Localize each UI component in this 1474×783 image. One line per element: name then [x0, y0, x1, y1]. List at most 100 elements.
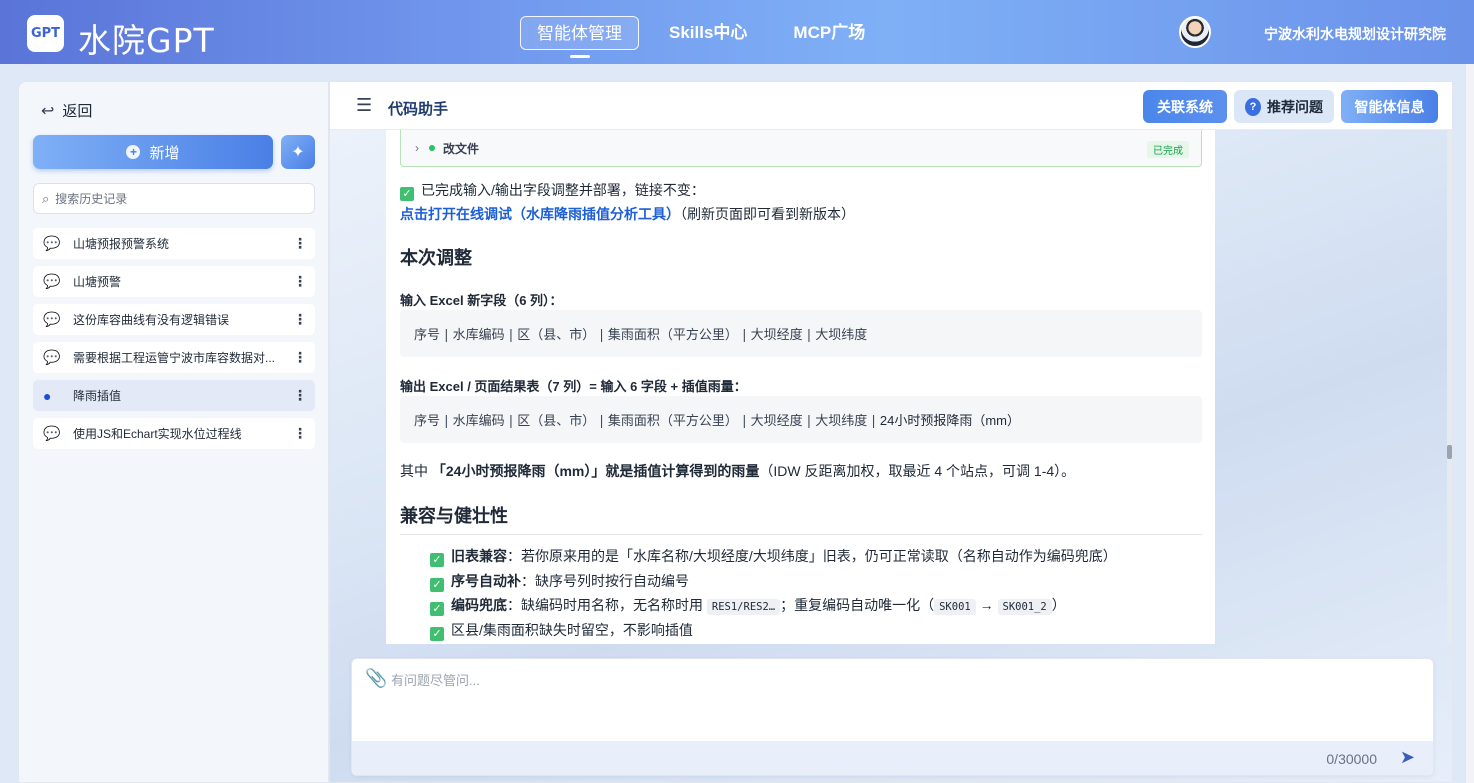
plus-icon: + [126, 145, 141, 159]
agent-title: 代码助手 [388, 101, 449, 118]
list-item: ✓ 旧表兼容：若你原来用的是「水库名称/大坝经度/大坝纬度」旧表，仍可正常读取（名… [430, 544, 1117, 569]
paperclip-icon[interactable]: 📎 [365, 668, 387, 689]
history-item-active[interactable]: ● 降雨插值 ⋮ [33, 380, 315, 411]
menu-icon[interactable]: ☰ [356, 95, 372, 116]
avatar[interactable] [1179, 16, 1211, 48]
note-bold: 「24小时预报降雨（mm）」就是插值计算得到的雨量 [431, 463, 760, 479]
check-icon: ✓ [400, 187, 414, 201]
char-counter: 0/30000 [1326, 751, 1377, 767]
bullet-bold: 序号自动补 [451, 572, 521, 589]
nav-skills-center[interactable]: Skills中心 [653, 16, 763, 50]
org-name: 宁波水利水电规划设计研究院 [1264, 26, 1446, 42]
input-fields-label: 输入 Excel 新字段（6 列）： [400, 293, 563, 308]
output-fields-last: 24小时预报降雨（mm） [879, 413, 1020, 428]
chat-header: ☰ 代码助手 关联系统 ? 推荐问题 智能体信息 [330, 82, 1452, 130]
status-dot [429, 145, 435, 151]
debug-link-line: 点击打开在线调试（水库降雨插值分析工具）（刷新页面即可看到新版本） [400, 204, 855, 224]
code-chip: RES1/RES2… [706, 599, 781, 615]
check-icon: ✓ [430, 602, 444, 616]
link-note: （刷新页面即可看到新版本） [680, 206, 855, 222]
check-icon: ✓ [430, 626, 444, 641]
top-bar: GPT 水院GPT 智能体管理 Skills中心 MCP广场 宁波水利水电规划设… [0, 0, 1474, 64]
back-button[interactable]: ↩ 返回 [41, 100, 92, 121]
chat-bubble-icon: 💬 [43, 273, 61, 289]
bullet-text: ：缺序号列时按行自动编号 [521, 572, 689, 589]
history-item[interactable]: 💬 使用JS和Echart实现水位过程线 ⋮ [33, 418, 315, 449]
chat-scrollbar[interactable] [1447, 130, 1452, 644]
bullet-bold: 编码兜底 [451, 597, 507, 613]
recommend-questions-button[interactable]: ? 推荐问题 [1234, 90, 1334, 123]
tool-step-collapsible[interactable]: › 改文件 已完成 [400, 130, 1202, 167]
new-chat-label: 新增 [149, 144, 180, 162]
more-icon[interactable]: ⋮ [293, 349, 307, 366]
history-item-label: 降雨插值 [73, 389, 122, 403]
section-title-adjustments: 本次调整 [400, 248, 472, 268]
note-rest: （IDW 反距离加权，取最近 4 个站点，可调 1-4）。 [759, 463, 1076, 479]
more-icon[interactable]: ⋮ [293, 235, 307, 252]
app-title: 水院GPT [78, 21, 215, 60]
main-nav: 智能体管理 Skills中心 MCP广场 [520, 16, 895, 50]
check-icon: ✓ [430, 553, 444, 567]
nav-mcp-plaza[interactable]: MCP广场 [777, 16, 881, 50]
history-item[interactable]: 💬 山塘预报预警系统 ⋮ [33, 228, 315, 259]
rainfall-note: 其中 「24小时预报降雨（mm）」就是插值计算得到的雨量（IDW 反距离加权，取… [400, 461, 1075, 481]
send-icon[interactable]: ➤ [1400, 747, 1415, 768]
bullet-text: ：若你原来用的是「水库名称/大坝经度/大坝纬度」旧表，仍可正常读取（名称自动作为… [507, 548, 1117, 564]
history-search: ⌕ [33, 183, 315, 214]
arrow-text: → [975, 597, 998, 613]
bullet-text: ；重复编码自动唯一化（ [780, 597, 935, 613]
code-chip: SK001_2 [997, 599, 1052, 615]
chat-bubble-icon: 💬 [43, 311, 61, 327]
bullet-text: ：缺编码时用名称，无名称时用 [507, 597, 707, 613]
composer-footer: 0/30000 ➤ [352, 741, 1433, 775]
output-fields-text: 序号 | 水库编码 | 区（县、市） | 集雨面积（平方公里） | 大坝经度 |… [414, 414, 880, 429]
back-label: 返回 [62, 103, 93, 120]
history-item[interactable]: 💬 这份库容曲线有没有逻辑错误 ⋮ [33, 304, 315, 335]
output-fields-label: 输出 Excel / 页面结果表（7 列）= 输入 6 字段 + 插值雨量： [400, 379, 747, 394]
app-logo: GPT [27, 15, 64, 52]
history-item-label: 这份库容曲线有没有逻辑错误 [73, 313, 230, 327]
new-chat-button[interactable]: + 新增 [33, 135, 273, 169]
status-badge: 已完成 [1147, 141, 1189, 158]
more-icon[interactable]: ⋮ [293, 387, 307, 404]
sidebar: ↩ 返回 + 新增 ✦ ⌕ 💬 山塘预报预警系统 ⋮ 💬 山塘预警 ⋮ 💬 这份… [18, 81, 329, 783]
bullet-bold: 旧表兼容 [451, 548, 507, 564]
more-icon[interactable]: ⋮ [293, 273, 307, 290]
chat-bubble-icon: 💬 [43, 235, 61, 251]
link-system-button[interactable]: 关联系统 [1143, 90, 1227, 123]
agent-info-button[interactable]: 智能体信息 [1341, 90, 1438, 123]
pin-button[interactable]: ✦ [281, 135, 315, 169]
input-fields-code: 序号 | 水库编码 | 区（县、市） | 集雨面积（平方公里） | 大坝经度 |… [400, 310, 1202, 357]
nav-agent-management[interactable]: 智能体管理 [520, 16, 639, 50]
chat-bubble-icon: 💬 [43, 349, 61, 365]
search-icon: ⌕ [42, 190, 50, 206]
assistant-message: › 改文件 已完成 ✓ 已完成输入/输出字段调整并部署，链接不变： 点击打开在线调… [386, 130, 1215, 644]
done-text: 已完成输入/输出字段调整并部署，链接不变： [421, 182, 705, 198]
question-icon: ? [1245, 97, 1261, 116]
recommend-label: 推荐问题 [1267, 98, 1323, 115]
back-arrow-icon: ↩ [41, 102, 55, 120]
output-fields-code: 序号 | 水库编码 | 区（县、市） | 集雨面积（平方公里） | 大坝经度 |… [400, 396, 1202, 443]
history-item-label: 需要根据工程运管宁波市库容数据对... [73, 351, 276, 365]
page-scrollbar[interactable] [1466, 64, 1474, 783]
done-line: ✓ 已完成输入/输出字段调整并部署，链接不变： [400, 180, 705, 201]
chevron-right-icon: › [415, 141, 419, 155]
chat-bubble-icon: ● [43, 387, 52, 404]
online-debug-link[interactable]: 点击打开在线调试（水库降雨插值分析工具） [400, 206, 680, 222]
history-item[interactable]: 💬 山塘预警 ⋮ [33, 266, 315, 297]
more-icon[interactable]: ⋮ [293, 425, 307, 442]
tool-step-name: 改文件 [443, 141, 480, 156]
scroll-thumb[interactable] [1447, 445, 1452, 459]
history-item[interactable]: 💬 需要根据工程运管宁波市库容数据对... ⋮ [33, 342, 315, 373]
compat-list: ✓ 旧表兼容：若你原来用的是「水库名称/大坝经度/大坝纬度」旧表，仍可正常读取（名… [430, 544, 1117, 642]
code-chip: SK001 [934, 599, 976, 615]
bullet-text: ） [1051, 597, 1066, 613]
bullet-text: 区县/集雨面积缺失时留空，不影响插值 [451, 621, 693, 638]
search-input[interactable] [55, 191, 286, 206]
history-item-label: 山塘预报预警系统 [73, 237, 170, 251]
message-input[interactable] [391, 670, 1411, 730]
list-item: ✓ 编码兜底：缺编码时用名称，无名称时用 RES1/RES2… ；重复编码自动唯一化… [430, 593, 1117, 618]
list-item: ✓ 区县/集雨面积缺失时留空，不影响插值 [430, 618, 1117, 643]
history-list: 💬 山塘预报预警系统 ⋮ 💬 山塘预警 ⋮ 💬 这份库容曲线有没有逻辑错误 ⋮ … [33, 228, 315, 456]
more-icon[interactable]: ⋮ [293, 311, 307, 328]
